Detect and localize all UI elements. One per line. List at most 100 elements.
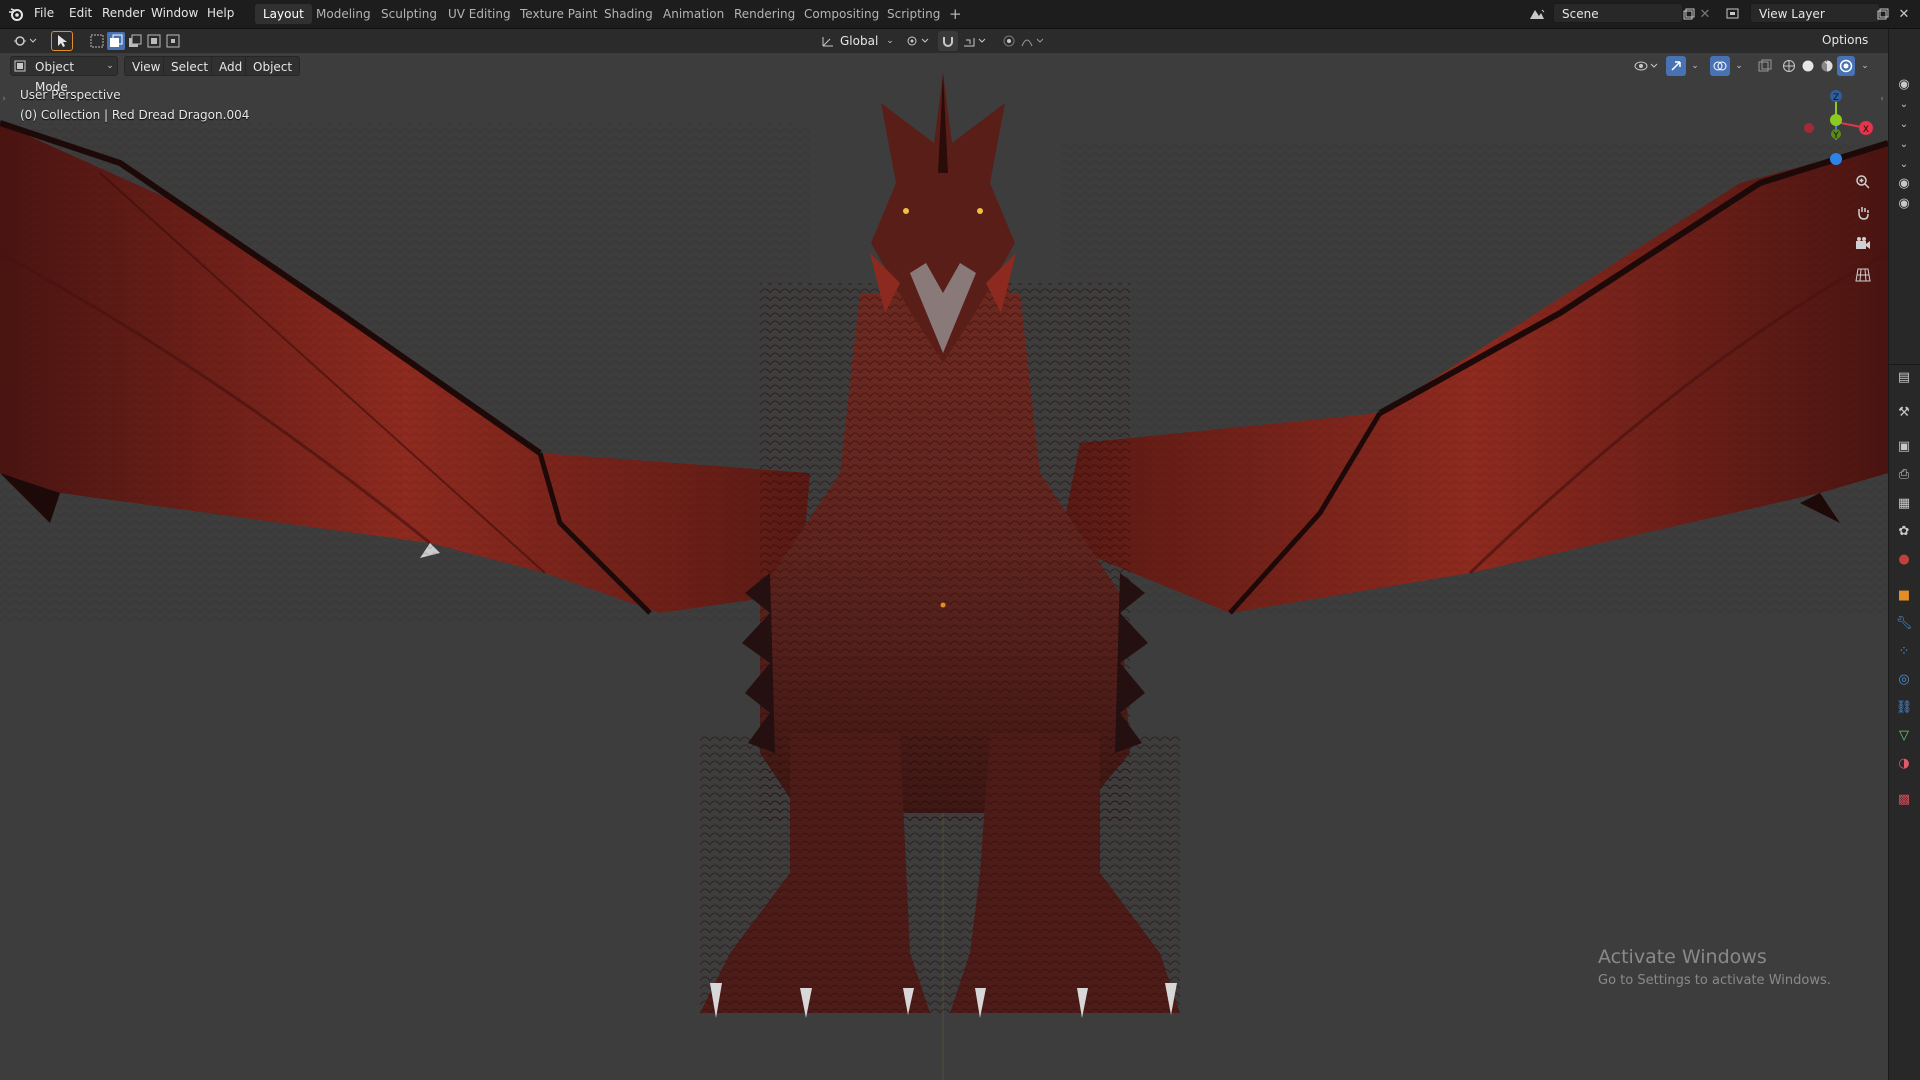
select-extend-icon[interactable] bbox=[107, 32, 125, 50]
select-menu[interactable]: Select bbox=[163, 56, 217, 76]
object-data-icon[interactable]: ▽ bbox=[1895, 726, 1913, 744]
shading-options-chevron-icon[interactable]: ⌄ bbox=[1858, 56, 1872, 76]
view-layer-icon[interactable] bbox=[1722, 4, 1748, 24]
tab-sculpting[interactable]: Sculpting bbox=[373, 4, 445, 24]
view-menu[interactable]: View bbox=[124, 56, 169, 76]
camera-view-icon[interactable] bbox=[1852, 233, 1874, 255]
snap-toggle-icon[interactable] bbox=[938, 31, 958, 51]
show-gizmo-icon[interactable] bbox=[1666, 56, 1686, 76]
eye-icon[interactable]: ◉ bbox=[1895, 75, 1913, 93]
object-menu-label: Object bbox=[253, 60, 293, 74]
gizmo-y-label: Y bbox=[1832, 131, 1839, 141]
tool-header: Global ⌄ bbox=[0, 29, 1913, 53]
view-layer-name: View Layer bbox=[1759, 7, 1825, 21]
menu-edit[interactable]: Edit bbox=[69, 6, 92, 20]
scene-name: Scene bbox=[1562, 7, 1599, 21]
tab-compositing[interactable]: Compositing bbox=[796, 4, 887, 24]
tab-animation[interactable]: Animation bbox=[655, 4, 732, 24]
object-menu[interactable]: Object bbox=[245, 56, 301, 76]
divider bbox=[1889, 364, 1920, 365]
tab-rendering[interactable]: Rendering bbox=[726, 4, 803, 24]
tab-scripting[interactable]: Scripting bbox=[879, 4, 948, 24]
viewport-header: Object Mode ⌄ View Select Add Object ⌄ ⌄… bbox=[0, 53, 1888, 94]
pivot-point-icon[interactable] bbox=[903, 31, 933, 51]
particles-icon[interactable]: ⁘ bbox=[1895, 642, 1913, 660]
render-properties-icon[interactable]: ▣ bbox=[1895, 437, 1913, 455]
viewport-3d[interactable] bbox=[0, 53, 1888, 1080]
view-menu-label: View bbox=[132, 60, 161, 74]
select-invert-icon[interactable] bbox=[145, 32, 163, 50]
navigation-gizmo[interactable]: X Y Z bbox=[1790, 82, 1880, 172]
chevron-down-icon[interactable]: ⌄ bbox=[1895, 95, 1913, 113]
constraints-icon[interactable]: ⛓︎ bbox=[1895, 698, 1913, 716]
tab-shading[interactable]: Shading bbox=[596, 4, 661, 24]
view-layer-field[interactable]: View Layer bbox=[1750, 3, 1880, 23]
proportional-falloff-icon[interactable] bbox=[1018, 31, 1048, 51]
tab-uv-editing[interactable]: UV Editing bbox=[440, 4, 519, 24]
select-menu-label: Select bbox=[171, 60, 209, 74]
delete-view-layer-icon[interactable]: ✕ bbox=[1895, 4, 1913, 24]
perspective-grid-icon[interactable] bbox=[1852, 264, 1874, 286]
tab-texture-paint[interactable]: Texture Paint bbox=[512, 4, 605, 24]
show-overlays-icon[interactable] bbox=[1710, 56, 1730, 76]
menu-render[interactable]: Render bbox=[102, 6, 145, 20]
add-menu-label: Add bbox=[219, 60, 243, 74]
options-dropdown[interactable]: Options ⌄ bbox=[1815, 30, 1883, 67]
texture-properties-icon[interactable]: ▩ bbox=[1895, 790, 1913, 808]
output-properties-icon[interactable]: ⎙ bbox=[1895, 465, 1913, 483]
object-properties-icon[interactable]: ■ bbox=[1895, 586, 1913, 604]
blender-logo-icon[interactable] bbox=[6, 4, 26, 24]
eye-icon[interactable]: ◉ bbox=[1895, 174, 1913, 192]
menu-window[interactable]: Window bbox=[151, 6, 198, 20]
tab-layout[interactable]: Layout bbox=[255, 4, 312, 24]
transform-orientation-dropdown[interactable]: Global bbox=[840, 31, 884, 51]
select-intersect-icon[interactable] bbox=[164, 32, 182, 50]
select-new-icon[interactable] bbox=[88, 32, 106, 50]
chevron-down-icon[interactable]: ⌄ bbox=[1895, 135, 1913, 153]
overlays-options-chevron-icon[interactable]: ⌄ bbox=[1732, 56, 1746, 76]
activate-windows-subtitle: Go to Settings to activate Windows. bbox=[1598, 973, 1831, 988]
scene-properties-icon[interactable]: ✿ bbox=[1895, 522, 1913, 540]
visibility-selectability-icon[interactable] bbox=[1632, 56, 1660, 76]
chevron-down-icon[interactable]: ⌄ bbox=[1895, 115, 1913, 133]
zoom-icon[interactable] bbox=[1852, 171, 1874, 193]
delete-scene-icon[interactable]: ✕ bbox=[1697, 4, 1713, 24]
chevron-down-icon[interactable]: ⌄ bbox=[1895, 155, 1913, 173]
select-subtract-icon[interactable] bbox=[126, 32, 144, 50]
proportional-edit-icon[interactable] bbox=[1000, 31, 1018, 51]
editor-type-icon[interactable] bbox=[10, 31, 40, 51]
solid-shading-icon[interactable] bbox=[1799, 56, 1817, 76]
new-scene-icon[interactable] bbox=[1680, 4, 1698, 24]
modifier-wrench-icon[interactable]: 🔧︎ bbox=[1895, 614, 1913, 632]
physics-icon[interactable]: ◎ bbox=[1895, 670, 1913, 688]
new-view-layer-icon[interactable] bbox=[1874, 4, 1892, 24]
wireframe-shading-icon[interactable] bbox=[1780, 56, 1798, 76]
activate-windows-title: Activate Windows bbox=[1598, 946, 1767, 968]
view-layer-properties-icon[interactable]: ▦ bbox=[1895, 494, 1913, 512]
select-tool-icon[interactable] bbox=[51, 31, 73, 51]
menu-help[interactable]: Help bbox=[207, 6, 234, 20]
material-properties-icon[interactable]: ◑ bbox=[1895, 754, 1913, 772]
pan-hand-icon[interactable] bbox=[1852, 202, 1874, 224]
menu-file[interactable]: File bbox=[34, 6, 54, 20]
snap-target-icon[interactable] bbox=[960, 31, 990, 51]
eye-icon[interactable]: ◉ bbox=[1895, 194, 1913, 212]
toolbar-expand-icon[interactable]: › bbox=[0, 92, 8, 106]
xray-toggle-icon[interactable] bbox=[1756, 56, 1774, 76]
top-menu-bar: File Edit Render Window Help Layout Mode… bbox=[0, 0, 1920, 29]
scene-selector-icon[interactable] bbox=[1524, 4, 1550, 24]
gizmo-options-chevron-icon[interactable]: ⌄ bbox=[1688, 56, 1702, 76]
gizmo-neg-x-handle bbox=[1804, 123, 1814, 133]
rendered-shading-icon[interactable] bbox=[1837, 56, 1855, 76]
viewport-collection-label: (0) Collection | Red Dread Dragon.004 bbox=[20, 108, 250, 122]
dragon-right-wing bbox=[1060, 140, 1888, 615]
tool-properties-icon[interactable]: ⚒ bbox=[1895, 403, 1913, 421]
world-properties-icon[interactable]: ● bbox=[1895, 550, 1913, 568]
transform-orientation-icon bbox=[820, 31, 836, 51]
gizmo-y-handle bbox=[1830, 114, 1842, 126]
add-workspace-button[interactable]: + bbox=[941, 4, 970, 24]
dragon-legs bbox=[700, 733, 1180, 1018]
scene-name-field[interactable]: Scene bbox=[1553, 3, 1683, 23]
properties-editor-icon[interactable]: ▤ bbox=[1895, 368, 1913, 386]
tab-modeling[interactable]: Modeling bbox=[308, 4, 379, 24]
